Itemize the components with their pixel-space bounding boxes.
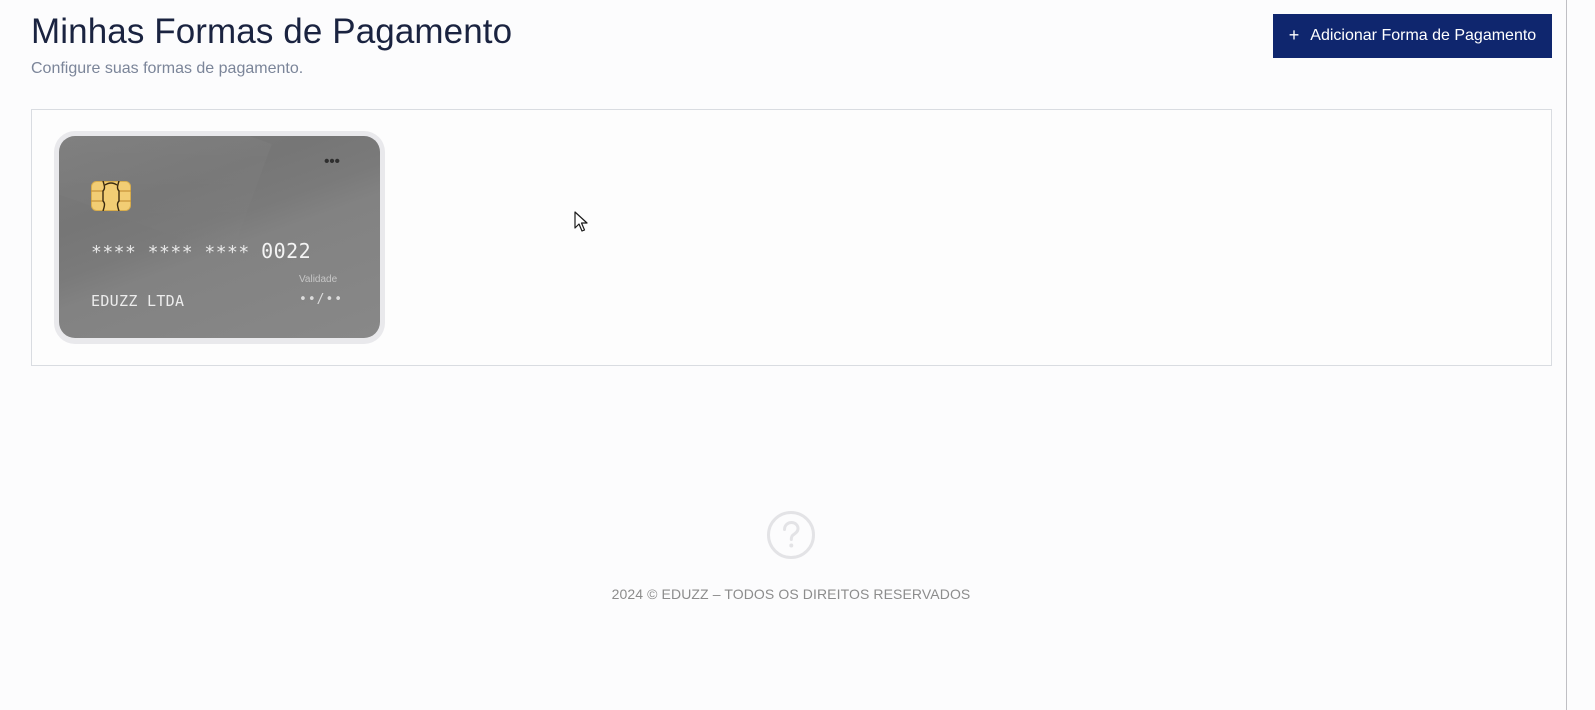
add-payment-method-label: Adicionar Forma de Pagamento: [1310, 27, 1537, 44]
credit-card[interactable]: ••• **** **** **** 0022 Validade EDUZZ L…: [59, 136, 380, 338]
card-number-last4: 0022: [261, 239, 312, 263]
card-number-masked: **** **** ****: [91, 242, 262, 263]
card-holder-name: EDUZZ LTDA: [91, 292, 185, 310]
page-subtitle: Configure suas formas de pagamento.: [31, 60, 304, 77]
question-circle-icon[interactable]: [766, 510, 816, 560]
chip-icon: [91, 181, 131, 211]
plus-icon: +: [1288, 25, 1300, 45]
validity-label: Validade: [299, 274, 338, 285]
page-title: Minhas Formas de Pagamento: [31, 12, 513, 51]
page: Minhas Formas de Pagamento Configure sua…: [0, 0, 1595, 710]
card-options-menu-icon[interactable]: •••: [317, 154, 347, 174]
mouse-pointer-icon: [574, 211, 588, 232]
add-payment-method-button[interactable]: + Adicionar Forma de Pagamento: [1273, 14, 1552, 58]
credit-card-frame: ••• **** **** **** 0022 Validade EDUZZ L…: [54, 131, 385, 344]
card-number: **** **** **** 0022: [91, 239, 311, 263]
card-expiry: ••/••: [299, 292, 344, 307]
payment-methods-panel: ••• **** **** **** 0022 Validade EDUZZ L…: [31, 109, 1552, 366]
page-edge-divider: [1566, 0, 1567, 710]
footer-copyright: 2024 © EDUZZ – TODOS OS DIREITOS RESERVA…: [611, 586, 971, 602]
